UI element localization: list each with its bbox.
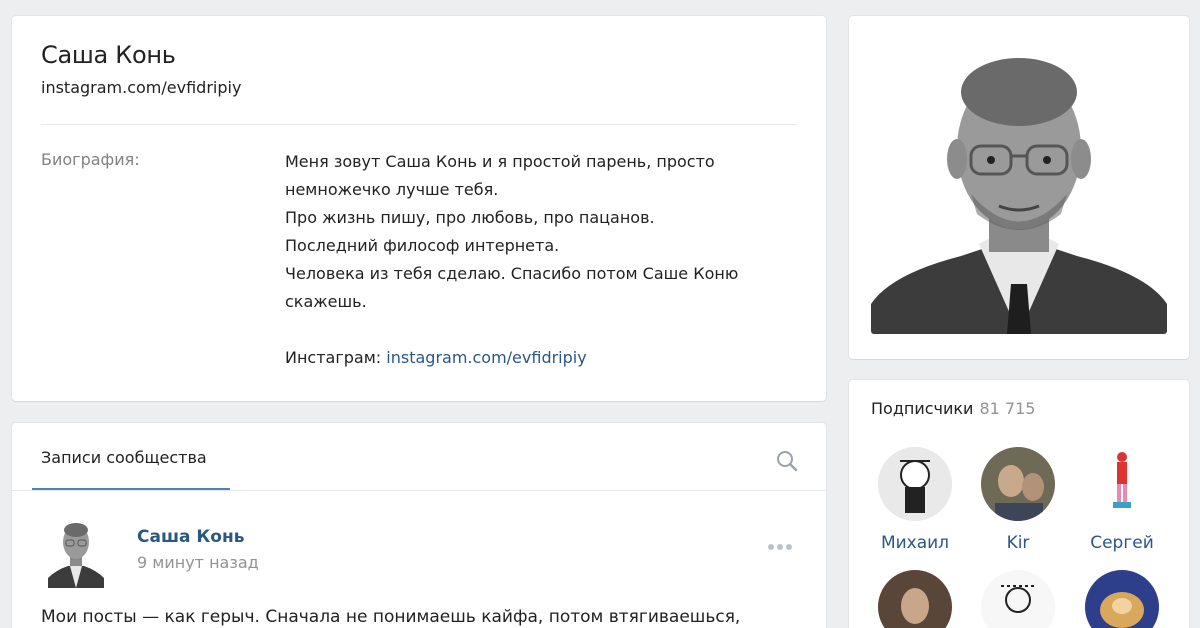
follower-avatar-image <box>1085 447 1159 521</box>
follower-avatar <box>1085 570 1159 628</box>
instagram-row: Инстаграм: instagram.com/evfidripiy <box>285 344 785 372</box>
followers-title: Подписчики <box>871 399 974 418</box>
divider <box>12 490 826 491</box>
bio-line: Последний философ интернета. <box>285 236 560 255</box>
post-author-avatar-image <box>48 516 104 588</box>
follower-item[interactable]: Kir <box>973 447 1063 553</box>
follower-avatar <box>878 447 952 521</box>
wall-card: Записи сообщества Саша Конь 9 минут наза… <box>12 423 826 628</box>
follower-name: Сергей <box>1090 533 1154 553</box>
profile-photo-card <box>849 16 1189 359</box>
status-link[interactable]: instagram.com/evfidripiy <box>41 78 241 97</box>
bio-line: Человека из тебя сделаю. Спасибо потом С… <box>285 264 739 283</box>
instagram-label: Инстаграм: <box>285 348 382 367</box>
follower-avatar-image <box>981 447 1055 521</box>
follower-avatar-image <box>1085 570 1159 628</box>
bio-text: Меня зовут Саша Конь и я простой парень,… <box>285 148 785 372</box>
post-text: Мои посты — как герыч. Сначала не понима… <box>41 607 741 627</box>
page-title: Саша Конь <box>41 41 176 69</box>
profile-info-card: Саша Конь instagram.com/evfidripiy Биогр… <box>12 16 826 401</box>
divider <box>41 124 797 125</box>
follower-avatar <box>878 570 952 628</box>
follower-item[interactable] <box>1077 570 1167 628</box>
follower-avatar <box>1085 447 1159 521</box>
follower-avatar <box>981 570 1055 628</box>
bio-line: немножечко лучше тебя. <box>285 180 499 199</box>
follower-name: Михаил <box>880 533 950 553</box>
follower-item[interactable] <box>870 570 960 628</box>
post-timestamp[interactable]: 9 минут назад <box>137 553 259 572</box>
profile-avatar[interactable] <box>871 34 1167 334</box>
follower-item[interactable]: Михаил <box>870 447 960 553</box>
follower-item[interactable]: Сергей <box>1077 447 1167 553</box>
bio-label: Биография: <box>41 150 140 169</box>
follower-avatar-image <box>878 570 952 628</box>
tab-community-posts[interactable]: Записи сообщества <box>41 448 207 467</box>
more-options-icon[interactable] <box>768 535 800 550</box>
bio-line: Меня зовут Саша Конь и я простой парень,… <box>285 152 715 171</box>
post-author-name[interactable]: Саша Конь <box>137 527 244 547</box>
follower-item[interactable] <box>973 570 1063 628</box>
follower-name: Kir <box>1006 533 1030 553</box>
post-author-avatar[interactable] <box>48 516 104 588</box>
bio-line: скажешь. <box>285 292 367 311</box>
follower-avatar-image <box>878 447 952 521</box>
followers-card: Подписчики 81 715 Михаил Kir Сергей <box>849 380 1189 628</box>
follower-avatar-image <box>981 570 1055 628</box>
profile-avatar-image <box>871 34 1167 334</box>
followers-count: 81 715 <box>979 399 1036 418</box>
followers-header[interactable]: Подписчики 81 715 <box>871 399 1035 418</box>
search-icon[interactable] <box>775 449 799 473</box>
bio-spacer <box>285 316 785 344</box>
instagram-link[interactable]: instagram.com/evfidripiy <box>386 348 586 367</box>
bio-line: Про жизнь пишу, про любовь, про пацанов. <box>285 208 655 227</box>
follower-avatar <box>981 447 1055 521</box>
